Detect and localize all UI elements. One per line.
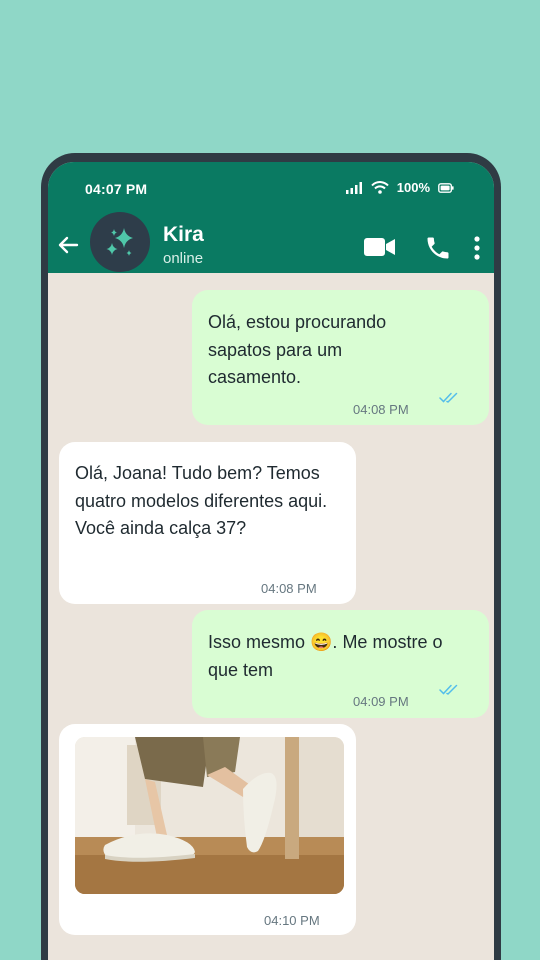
message-time: 04:08 PM — [261, 581, 317, 596]
sparkle-icon — [106, 228, 133, 256]
status-time: 04:07 PM — [85, 181, 148, 197]
status-icons: 100% — [345, 180, 454, 195]
battery-icon — [438, 182, 454, 193]
contact-presence: online — [163, 250, 204, 267]
message-time: 04:08 PM — [353, 402, 409, 417]
video-call-icon[interactable] — [364, 237, 396, 257]
chat-screen: 04:07 PM 100% Kira online Olá, estou pro… — [48, 162, 494, 960]
double-check-icon — [439, 684, 458, 695]
back-arrow-icon[interactable] — [57, 234, 79, 256]
message-incoming[interactable]: Olá, Joana! Tudo bem? Temos quatro model… — [59, 442, 356, 604]
message-outgoing[interactable]: Isso mesmo 😄. Me mostre o que tem 04:09 … — [192, 610, 489, 718]
message-time: 04:10 PM — [264, 913, 320, 928]
more-options-icon[interactable] — [474, 236, 480, 260]
battery-percent: 100% — [396, 180, 430, 195]
message-text: Isso mesmo 😄. Me mostre o que tem — [208, 632, 443, 680]
phone-call-icon[interactable] — [424, 234, 452, 262]
avatar[interactable] — [90, 212, 150, 272]
message-outgoing[interactable]: Olá, estou procurando sapatos para um ca… — [192, 290, 489, 425]
double-check-icon — [439, 392, 458, 403]
shoe-photo[interactable] — [75, 737, 344, 894]
message-incoming-image[interactable]: 04:10 PM — [59, 724, 356, 935]
signal-icon — [345, 181, 362, 194]
message-time: 04:09 PM — [353, 694, 409, 709]
contact-name[interactable]: Kira — [163, 223, 204, 247]
wifi-icon — [371, 181, 389, 194]
message-text: Olá, estou procurando sapatos para um ca… — [208, 312, 387, 387]
message-text: Olá, Joana! Tudo bem? Temos quatro model… — [75, 463, 328, 538]
chat-header: 04:07 PM 100% Kira online — [48, 162, 494, 273]
phone-frame: 04:07 PM 100% Kira online Olá, estou pro… — [41, 153, 501, 960]
